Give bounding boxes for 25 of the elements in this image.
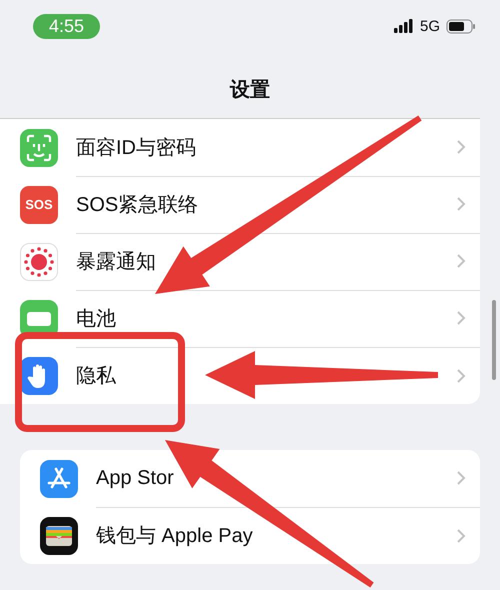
hand-icon (20, 356, 58, 394)
chevron-icon (456, 310, 466, 326)
page-title: 设置 (228, 78, 271, 103)
chevron-icon (456, 470, 466, 486)
app-store-icon (40, 460, 78, 498)
chevron-icon (456, 253, 466, 269)
sos-icon: SOS (20, 186, 58, 224)
signal-icon (394, 19, 414, 33)
chevron-icon (456, 196, 466, 212)
dotted-sun-icon (20, 242, 58, 280)
row-label: SOS紧急联络 (76, 192, 198, 218)
chevron-icon (456, 368, 466, 384)
chevron-icon (456, 528, 466, 544)
status-time: 4:55 (33, 14, 100, 38)
row-label: 暴露通知 (76, 250, 156, 274)
battery-status-icon (446, 18, 476, 34)
row-label: App Stor (96, 466, 174, 490)
network-label: 5G (420, 18, 440, 34)
row-label: 隐私 (76, 364, 116, 389)
row-label: 电池 (76, 306, 116, 332)
chevron-icon (456, 139, 466, 155)
row-label: 面容ID与密码 (76, 136, 196, 160)
wallet-icon (40, 516, 78, 554)
row-label: 钱包与 Apple Pay (96, 524, 253, 549)
face-scan-icon (20, 128, 58, 166)
